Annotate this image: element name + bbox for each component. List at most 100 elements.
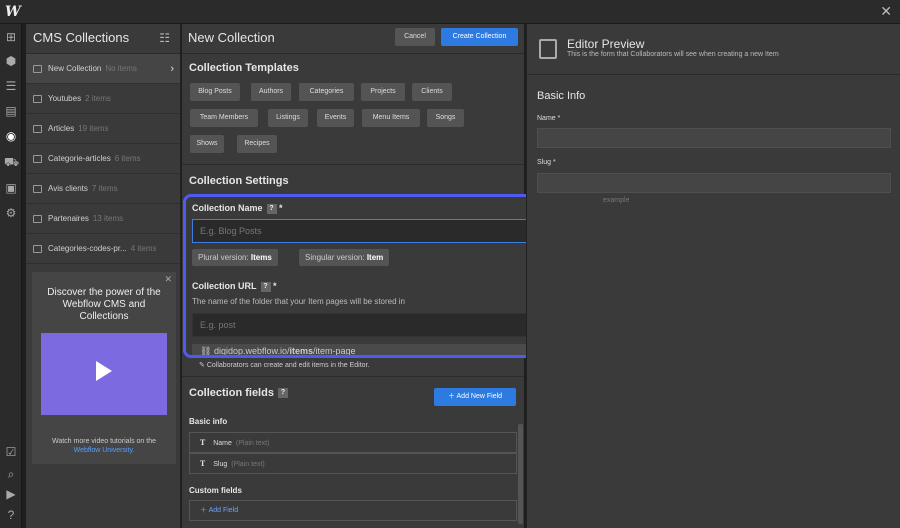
scrollbar[interactable] bbox=[518, 424, 523, 524]
collection-name: New Collection bbox=[48, 64, 102, 73]
help-icon[interactable]: ? bbox=[266, 203, 277, 214]
collection-count: 2 items bbox=[85, 94, 111, 103]
plural-version-pill[interactable]: Plural version: Items bbox=[192, 249, 278, 266]
preview-slug-label: Slug * bbox=[537, 159, 556, 166]
preview-slug-input[interactable] bbox=[537, 173, 891, 193]
template-authors[interactable]: Authors bbox=[251, 83, 291, 101]
help-icon[interactable]: ? bbox=[260, 281, 271, 292]
template-menu-items[interactable]: Menu Items bbox=[362, 109, 420, 127]
collection-url-label-text: Collection URL bbox=[192, 281, 257, 291]
add-new-field-button[interactable]: ＋ Add New Field bbox=[434, 388, 516, 406]
collaborators-note: ✎ Collaborators can create and edit item… bbox=[199, 361, 369, 369]
collection-icon bbox=[33, 65, 42, 73]
pages-icon[interactable]: ▤ bbox=[4, 104, 18, 118]
template-listings[interactable]: Listings bbox=[268, 109, 308, 127]
top-bar: W ✕ bbox=[0, 0, 900, 24]
template-projects[interactable]: Projects bbox=[361, 83, 405, 101]
create-collection-button[interactable]: Create Collection bbox=[441, 28, 518, 46]
collection-name: Partenaires bbox=[48, 214, 89, 223]
collection-url-label: Collection URL? * bbox=[192, 281, 277, 292]
template-songs[interactable]: Songs bbox=[427, 109, 464, 127]
collection-count: No items bbox=[105, 64, 137, 73]
page-title: New Collection bbox=[188, 30, 275, 45]
add-collection-icon[interactable]: ☷ bbox=[159, 31, 170, 45]
main-header: New Collection Cancel Create Collection bbox=[182, 24, 524, 54]
tasks-icon[interactable]: ☑ bbox=[4, 445, 18, 459]
section-divider bbox=[182, 376, 524, 377]
collection-item[interactable]: Avis clients 7 items bbox=[26, 174, 180, 204]
collection-item[interactable]: New Collection No items › bbox=[26, 54, 180, 84]
navigator-icon[interactable]: ☰ bbox=[4, 79, 18, 93]
singular-value: Item bbox=[366, 253, 384, 262]
divider bbox=[527, 74, 900, 75]
plural-label: Plural version: bbox=[198, 253, 249, 262]
help-icon[interactable]: ? bbox=[4, 508, 18, 522]
ecommerce-icon[interactable]: ⛟ bbox=[4, 155, 19, 169]
field-row-slug[interactable]: T Slug (Plain text) bbox=[189, 453, 517, 474]
field-type: (Plain text) bbox=[235, 440, 270, 447]
collection-name: Avis clients bbox=[48, 184, 88, 193]
text-type-icon: T bbox=[200, 438, 206, 447]
editor-preview-panel: Editor Preview This is the form that Col… bbox=[526, 24, 900, 528]
cms-promo-card: ✕ Discover the power of the Webflow CMS … bbox=[32, 272, 176, 464]
collection-name-label: Collection Name? * bbox=[192, 203, 283, 214]
video-icon[interactable]: ▶ bbox=[4, 487, 18, 501]
section-divider bbox=[182, 164, 524, 165]
singular-version-pill[interactable]: Singular version: Item bbox=[299, 249, 390, 266]
assets-icon[interactable]: ▣ bbox=[4, 181, 18, 195]
close-icon[interactable]: ✕ bbox=[164, 274, 172, 285]
plural-value: Items bbox=[250, 253, 272, 262]
play-icon[interactable] bbox=[96, 361, 112, 381]
collection-name-label-text: Collection Name bbox=[192, 203, 263, 213]
search-icon[interactable]: ⌕ bbox=[4, 467, 18, 481]
custom-fields-title: Custom fields bbox=[189, 486, 242, 495]
template-events[interactable]: Events bbox=[317, 109, 354, 127]
field-row-name[interactable]: T Name (Plain text) bbox=[189, 432, 517, 453]
field-name: Name bbox=[213, 440, 232, 447]
webflow-university-link[interactable]: Webflow University. bbox=[32, 447, 176, 454]
template-shows[interactable]: Shows bbox=[190, 135, 224, 153]
chevron-right-icon: › bbox=[170, 63, 174, 75]
required-marker: * bbox=[270, 281, 277, 291]
preview-section-title: Basic Info bbox=[537, 90, 586, 102]
collection-item[interactable]: Partenaires 13 items bbox=[26, 204, 180, 234]
template-team-members[interactable]: Team Members bbox=[190, 109, 258, 127]
promo-video-thumbnail[interactable] bbox=[41, 333, 167, 415]
collection-count: 19 items bbox=[78, 124, 109, 133]
collection-name: Categorie-articles bbox=[48, 154, 111, 163]
singular-label: Singular version: bbox=[305, 253, 365, 262]
template-categories[interactable]: Categories bbox=[299, 83, 354, 101]
template-blog-posts[interactable]: Blog Posts bbox=[190, 83, 240, 101]
promo-title: Discover the power of the Webflow CMS an… bbox=[47, 287, 161, 322]
preview-name-input[interactable] bbox=[537, 128, 891, 148]
plus-icon: ＋ bbox=[200, 507, 209, 514]
template-clients[interactable]: Clients bbox=[412, 83, 452, 101]
collection-fields-title: Collection fields? bbox=[189, 387, 288, 399]
cancel-button[interactable]: Cancel bbox=[395, 28, 435, 46]
collection-count: 7 items bbox=[91, 184, 118, 193]
collection-name: Youtubes bbox=[48, 94, 82, 103]
collection-item[interactable]: Youtubes 2 items bbox=[26, 84, 180, 114]
field-name: Slug bbox=[213, 461, 228, 468]
help-icon[interactable]: ? bbox=[277, 388, 288, 399]
template-recipes[interactable]: Recipes bbox=[237, 135, 277, 153]
add-field-button[interactable]: ＋ Add Field bbox=[189, 500, 517, 521]
collections-header: CMS Collections ☷ bbox=[26, 24, 180, 54]
url-folder: items bbox=[289, 346, 314, 356]
add-field-label: Add Field bbox=[208, 507, 239, 514]
settings-icon[interactable]: ⚙ bbox=[4, 206, 18, 220]
webflow-logo[interactable]: W bbox=[5, 4, 21, 20]
required-marker: * bbox=[276, 203, 283, 213]
fields-title-text: Collection fields bbox=[189, 387, 274, 399]
collection-item[interactable]: Categories-codes-pr... 4 items bbox=[26, 234, 180, 264]
collection-item[interactable]: Categorie-articles 6 items bbox=[26, 144, 180, 174]
cms-icon[interactable]: ◉ bbox=[4, 129, 18, 143]
preview-subtitle: This is the form that Collaborators will… bbox=[567, 51, 779, 58]
add-panel-icon[interactable]: ⊞ bbox=[4, 30, 18, 44]
close-icon[interactable]: ✕ bbox=[880, 3, 892, 20]
components-icon[interactable]: ⬢ bbox=[4, 54, 18, 68]
edit-icon: ✎ bbox=[199, 362, 207, 369]
link-icon: ⛓ bbox=[200, 346, 214, 356]
editor-preview-icon bbox=[539, 39, 557, 59]
collection-item[interactable]: Articles 19 items bbox=[26, 114, 180, 144]
